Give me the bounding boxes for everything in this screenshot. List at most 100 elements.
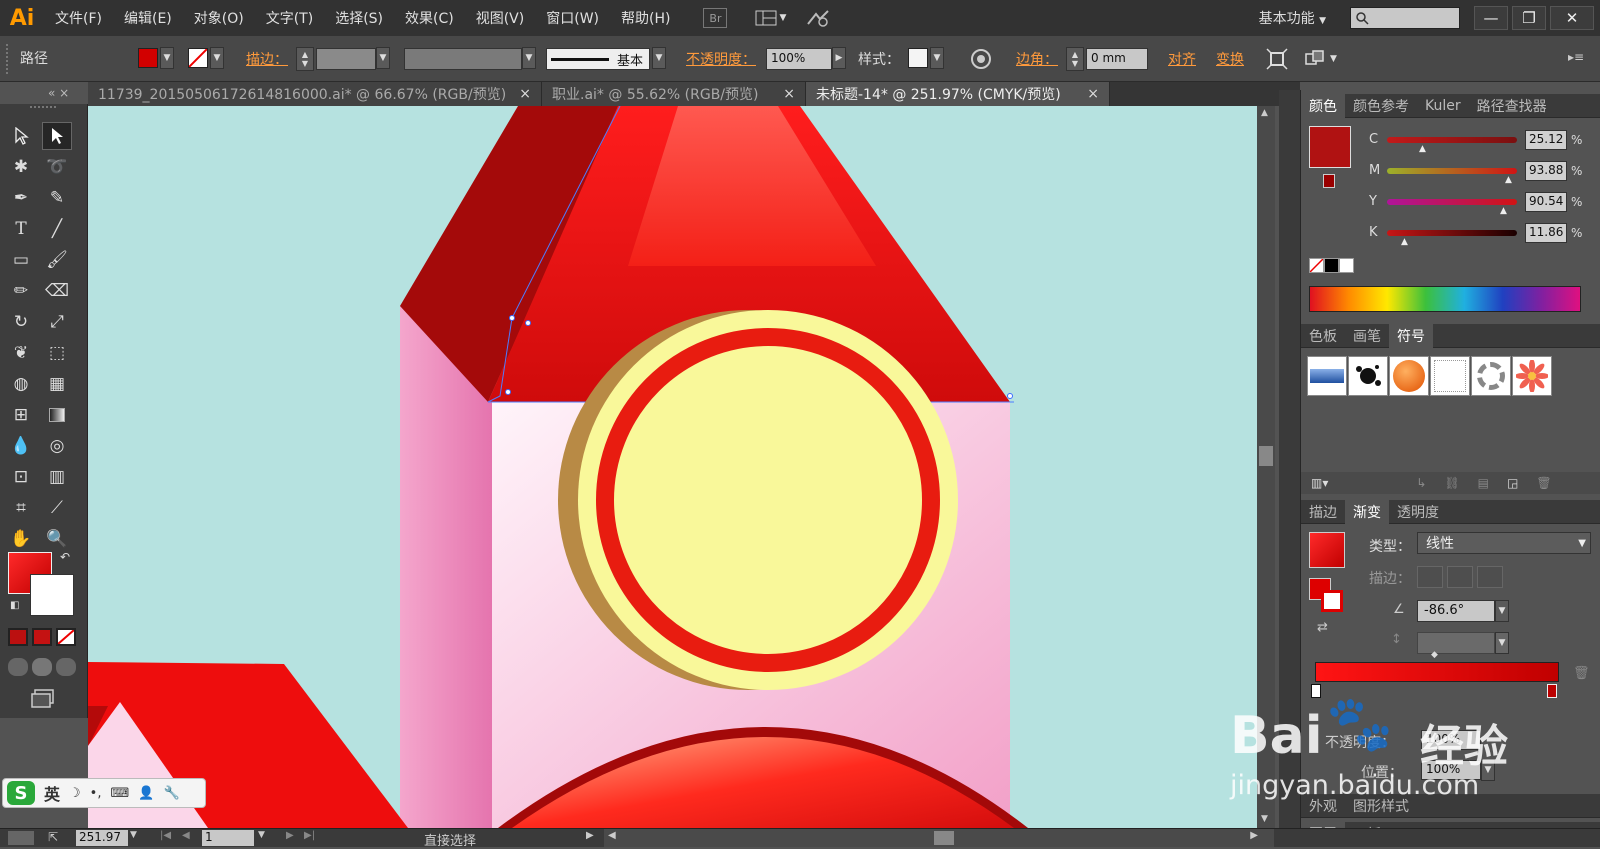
paintbrush-tool-icon[interactable]: 🖌 xyxy=(42,246,72,274)
gradient-tool-icon[interactable] xyxy=(42,401,72,429)
place-symbol-icon[interactable]: ↳ xyxy=(1416,476,1426,490)
angle-dropdown[interactable]: ▼ xyxy=(1495,600,1509,622)
symbol-library-icon[interactable]: ▥▾ xyxy=(1311,476,1328,490)
style-swatch[interactable] xyxy=(908,48,928,68)
column-graph-tool-icon[interactable]: ▥ xyxy=(42,463,72,491)
bridge-button[interactable]: Br xyxy=(703,8,728,28)
slider-m[interactable]: M ▲ 93.88 % xyxy=(1357,161,1593,185)
tab-color-guide[interactable]: 颜色参考 xyxy=(1345,96,1417,116)
opacity-field[interactable]: 100% xyxy=(766,48,832,70)
shape-builder-tool-icon[interactable]: ◍ xyxy=(6,370,36,398)
artwork[interactable] xyxy=(88,106,1275,828)
opacity-label[interactable]: 不透明度： xyxy=(686,49,756,69)
next-artboard-button[interactable]: ▶ xyxy=(286,830,294,841)
white-swatch[interactable] xyxy=(1339,258,1354,273)
prev-artboard-button[interactable]: ◀ xyxy=(182,830,190,841)
tab-transparency[interactable]: 透明度 xyxy=(1389,502,1447,522)
warp-tool-icon[interactable]: ❦ xyxy=(6,339,36,367)
gradient-mode-button[interactable] xyxy=(32,628,52,646)
gradient-fill-stroke-icon[interactable] xyxy=(1309,578,1345,614)
tab-gradient[interactable]: 渐变 xyxy=(1345,499,1389,524)
draw-normal-icon[interactable] xyxy=(8,658,28,676)
stroke-gradient-along[interactable] xyxy=(1447,566,1473,588)
rectangle-tool-icon[interactable]: ▭ xyxy=(6,246,36,274)
stroke-weight-field[interactable] xyxy=(316,48,376,70)
symbol-options-icon[interactable]: ▤ xyxy=(1478,476,1489,490)
direct-selection-tool-icon[interactable] xyxy=(42,122,72,150)
menu-type[interactable]: 文字(T) xyxy=(255,8,324,28)
reverse-gradient-icon[interactable]: ⇄ xyxy=(1317,620,1328,635)
tab-symbols[interactable]: 符号 xyxy=(1389,323,1433,348)
mesh-tool-icon[interactable]: ⊞ xyxy=(6,401,36,429)
brush-profile-dropdown[interactable]: ▼ xyxy=(652,47,666,69)
stroke-gradient-across[interactable] xyxy=(1477,566,1503,588)
symbol-flower[interactable] xyxy=(1512,356,1552,396)
line-tool-icon[interactable]: ╱ xyxy=(42,215,72,243)
menu-view[interactable]: 视图(V) xyxy=(465,8,536,28)
type-tool-icon[interactable]: T xyxy=(6,215,36,243)
eyedropper-tool-icon[interactable]: 💧 xyxy=(6,432,36,460)
menu-file[interactable]: 文件(F) xyxy=(44,8,113,28)
stroke-swatch[interactable] xyxy=(188,48,208,68)
tab-document-1[interactable]: 11739_20150506172614816000.ai* @ 66.67% … xyxy=(88,82,542,106)
none-mode-button[interactable] xyxy=(56,628,76,646)
draw-behind-icon[interactable] xyxy=(32,658,52,676)
transform-link[interactable]: 变换 xyxy=(1216,49,1244,69)
close-window-button[interactable]: ✕ xyxy=(1550,6,1594,30)
angle-field[interactable]: -86.6° xyxy=(1417,600,1495,622)
horizontal-scrollbar[interactable]: ◀ ▶ xyxy=(604,829,1274,847)
fill-swatch[interactable] xyxy=(138,48,158,68)
ime-user-icon[interactable]: 👤 xyxy=(138,786,154,801)
out-of-gamut-icon[interactable] xyxy=(1323,174,1335,188)
artboard-tool-icon[interactable]: ⌗ xyxy=(6,494,36,522)
first-artboard-button[interactable]: |◀ xyxy=(160,830,171,841)
zoom-tool-icon[interactable]: 🔍 xyxy=(42,525,72,553)
style-dropdown[interactable]: ▼ xyxy=(930,47,944,69)
ime-keyboard-icon[interactable]: ⌨ xyxy=(110,786,129,801)
corner-label[interactable]: 边角： xyxy=(1016,49,1058,69)
swap-colors-icon[interactable]: ↶ xyxy=(60,550,70,564)
slice-tool-icon[interactable]: ⟋ xyxy=(42,494,72,522)
gradient-preview-swatch[interactable] xyxy=(1309,532,1345,568)
selection-tool-icon[interactable] xyxy=(6,122,36,150)
color-spectrum[interactable] xyxy=(1309,286,1581,312)
hand-tool-icon[interactable]: ✋ xyxy=(6,525,36,553)
variable-width-dropdown[interactable]: ▼ xyxy=(522,47,536,69)
magic-wand-tool-icon[interactable]: ✱ xyxy=(6,153,36,181)
delete-symbol-icon[interactable]: 🗑 xyxy=(1536,476,1551,490)
lasso-tool-icon[interactable]: ➰ xyxy=(42,153,72,181)
tab-kuler[interactable]: Kuler xyxy=(1417,98,1469,114)
draw-inside-icon[interactable] xyxy=(56,658,76,676)
symbol-blue-bar[interactable] xyxy=(1307,356,1347,396)
tab-document-3[interactable]: 未标题-14* @ 251.97% (CMYK/预览) × xyxy=(806,82,1110,106)
corner-field[interactable]: 0 mm xyxy=(1086,48,1148,70)
symbol-sprayer-tool-icon[interactable]: ⊡ xyxy=(6,463,36,491)
stroke-gradient-within[interactable] xyxy=(1417,566,1443,588)
perspective-grid-tool-icon[interactable]: ▦ xyxy=(42,370,72,398)
symbol-ink-splat[interactable] xyxy=(1348,356,1388,396)
default-colors-icon[interactable]: ◧ xyxy=(10,600,19,611)
scale-tool-icon[interactable]: ⤢ xyxy=(42,308,72,336)
status-share-icon[interactable]: ⇱ xyxy=(48,830,58,844)
ime-language-toggle[interactable]: 英 xyxy=(44,781,60,805)
symbol-orange-button[interactable] xyxy=(1389,356,1429,396)
brush-profile-field[interactable]: 基本 xyxy=(546,48,650,70)
stroke-dropdown[interactable]: ▼ xyxy=(210,47,224,69)
opacity-arrow[interactable]: ▶ xyxy=(832,47,846,69)
stroke-weight-label[interactable]: 描边： xyxy=(246,49,288,69)
slider-y[interactable]: Y ▲ 90.54 % xyxy=(1357,192,1593,216)
ime-settings-icon[interactable]: 🔧 xyxy=(163,786,179,801)
slider-k[interactable]: K ▲ 11.86 % xyxy=(1357,223,1593,247)
gradient-type-select[interactable]: 线性 ▼ xyxy=(1417,532,1591,554)
tab-close-icon[interactable]: × xyxy=(519,86,531,102)
tab-close-icon[interactable]: × xyxy=(783,86,795,102)
tab-pathfinder[interactable]: 路径查找器 xyxy=(1469,96,1555,116)
tab-document-2[interactable]: 职业.ai* @ 55.62% (RGB/预览) × xyxy=(542,82,806,106)
zoom-field[interactable]: 251.97 xyxy=(76,830,128,846)
isolate-icon[interactable] xyxy=(1266,48,1288,70)
tab-swatches[interactable]: 色板 xyxy=(1301,326,1345,346)
ime-toolbar[interactable]: S 英 ☽ •, ⌨ 👤 🔧 xyxy=(2,778,206,808)
new-symbol-icon[interactable]: ◲ xyxy=(1507,476,1518,490)
arrange-icon[interactable]: ▼ xyxy=(1304,48,1344,70)
break-link-icon[interactable]: ⛓ xyxy=(1444,476,1459,490)
